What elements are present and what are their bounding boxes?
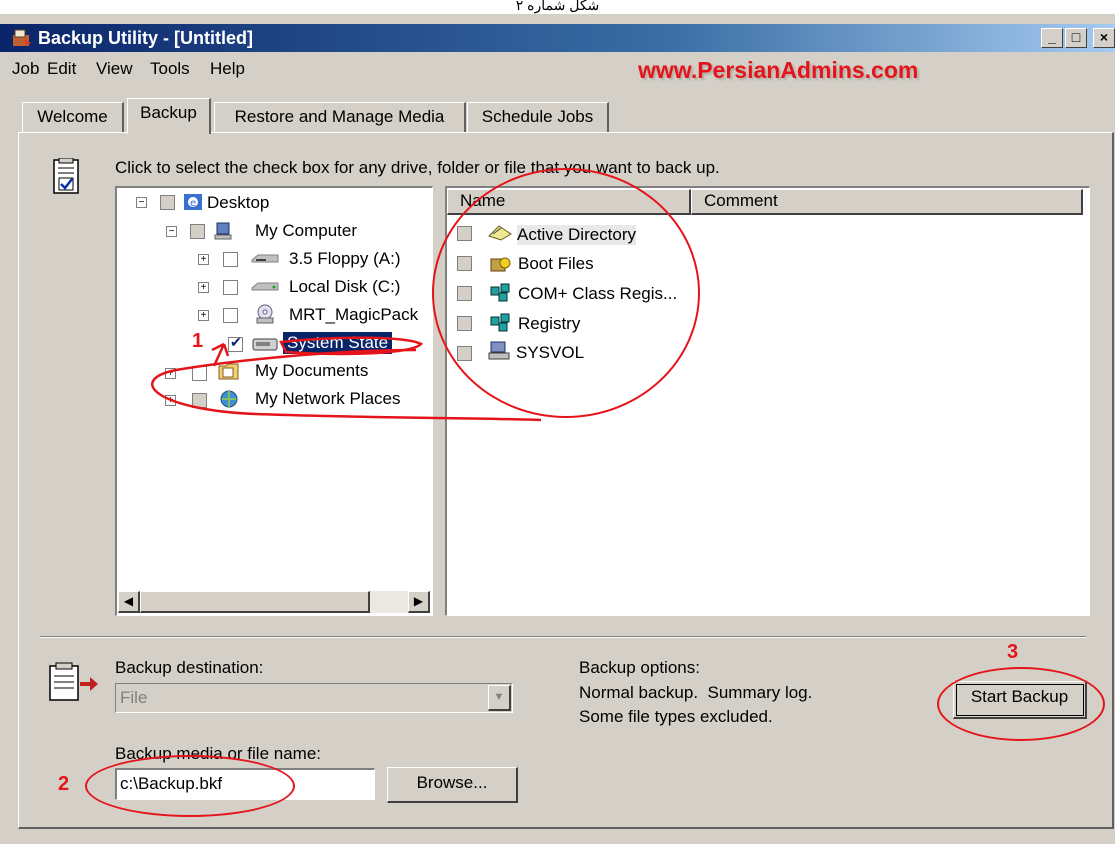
tab-restore[interactable]: Restore and Manage Media [214, 102, 466, 132]
tree-item-desktop[interactable]: Desktop [207, 193, 269, 213]
backup-app-icon [12, 29, 32, 47]
menu-view[interactable]: View [96, 58, 133, 80]
tree-checkbox[interactable] [223, 252, 238, 267]
tab-schedule-jobs[interactable]: Schedule Jobs [467, 102, 609, 132]
scrollbar-thumb[interactable] [140, 591, 370, 613]
my-computer-icon [213, 222, 233, 240]
desktop-icon: e [183, 193, 203, 211]
browse-button[interactable]: Browse... [387, 767, 518, 803]
close-button[interactable]: × [1093, 28, 1115, 48]
separator [40, 636, 1086, 638]
tab-backup[interactable]: Backup [127, 98, 211, 134]
expand-toggle[interactable]: + [198, 282, 209, 293]
backup-destination-icon [48, 662, 108, 709]
collapse-toggle[interactable]: − [136, 197, 147, 208]
tab-welcome[interactable]: Welcome [22, 102, 124, 132]
image-caption: شکل شماره ۲ [515, 0, 600, 13]
menu-edit[interactable]: Edit [47, 58, 76, 80]
backup-destination-label: Backup destination: [115, 658, 264, 677]
window-title: Backup Utility - [Untitled] [38, 28, 253, 48]
scroll-left-arrow-icon[interactable]: ◀ [118, 591, 140, 613]
collapse-toggle[interactable]: − [166, 226, 177, 237]
floppy-drive-icon [250, 250, 279, 268]
annotation-number-3: 3 [1007, 641, 1019, 663]
tree-item-my-computer[interactable]: My Computer [255, 221, 357, 241]
backup-destination-select[interactable] [115, 683, 513, 713]
column-header-comment[interactable]: Comment [691, 189, 1083, 215]
tree-checkbox[interactable] [190, 224, 205, 239]
backup-destination-value: File [120, 688, 148, 707]
scroll-right-arrow-icon[interactable]: ▶ [408, 591, 430, 613]
menu-job[interactable]: Job [12, 58, 39, 80]
annotation-circle [937, 667, 1105, 741]
tree-checkbox[interactable] [223, 280, 238, 295]
tree-item-local-disk[interactable]: Local Disk (C:) [289, 277, 400, 297]
svg-text:e: e [190, 198, 196, 209]
tree-item-floppy[interactable]: 3.5 Floppy (A:) [289, 249, 401, 269]
cd-drive-icon [255, 304, 275, 324]
backup-options-label: Backup options: [579, 658, 700, 677]
menu-help[interactable]: Help [210, 58, 245, 80]
watermark: www.PersianAdmins.com [638, 57, 919, 83]
annotation-circle [85, 755, 295, 817]
chevron-down-icon[interactable]: ▼ [488, 685, 511, 711]
expand-toggle[interactable]: + [198, 254, 209, 265]
local-disk-icon [250, 278, 279, 296]
annotation-number-1: 1 [192, 330, 204, 352]
expand-toggle[interactable]: + [198, 310, 209, 321]
tree-checkbox[interactable] [223, 308, 238, 323]
maximize-button[interactable]: □ [1065, 28, 1087, 48]
backup-options-line1: Normal backup. Summary log. [579, 683, 813, 702]
menu-tools[interactable]: Tools [150, 58, 190, 80]
tree-checkbox[interactable] [160, 195, 175, 210]
checklist-icon [52, 157, 82, 201]
minimize-button[interactable]: _ [1041, 28, 1063, 48]
annotation-number-2: 2 [58, 773, 70, 795]
backup-options-line2: Some file types excluded. [579, 707, 773, 726]
instruction-text: Click to select the check box for any dr… [115, 158, 720, 177]
